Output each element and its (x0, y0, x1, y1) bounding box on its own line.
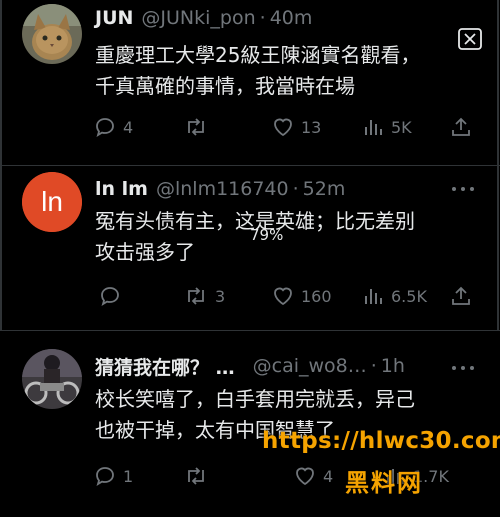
reply-button[interactable]: 1 (93, 464, 133, 488)
reply-button[interactable] (98, 284, 128, 308)
like-button[interactable]: 4 (293, 464, 333, 488)
like-count: 13 (301, 117, 322, 137)
reply-icon (96, 118, 114, 137)
more-options-icon[interactable] (452, 187, 474, 191)
like-button[interactable]: 13 (271, 115, 321, 139)
views-count: 5K (391, 117, 412, 137)
like-count: 4 (323, 466, 334, 486)
tweet-header: ln lm @lnlm116740 · 52m (95, 175, 345, 203)
avatar[interactable]: ln (22, 172, 82, 232)
retweet-count: 3 (215, 286, 226, 306)
separator: · (292, 178, 299, 200)
display-name[interactable]: ln lm (95, 178, 148, 200)
retweet-button[interactable]: 3 (183, 284, 225, 308)
reply-icon (101, 287, 119, 306)
like-count: 160 (301, 286, 332, 306)
timestamp[interactable]: 1h (381, 355, 405, 377)
handle[interactable]: @JUNki_pon (141, 7, 255, 29)
retweet-button[interactable] (183, 115, 215, 139)
avatar[interactable] (22, 349, 82, 409)
handle[interactable]: @cai_wo8… (253, 355, 367, 377)
tweet-text-line: 冤有头债有主，这是英雄；比无差别 (95, 209, 415, 233)
cat-avatar-icon (22, 4, 82, 64)
action-bar: 4 13 5K (93, 115, 483, 145)
avatar[interactable] (22, 4, 82, 64)
watermark-url: https://hlwc30.com (262, 428, 500, 454)
action-bar: 1 4 1.7K (93, 464, 483, 494)
timestamp[interactable]: 52m (303, 178, 346, 200)
tweet-header: JUN @JUNki_pon · 40m (95, 4, 312, 32)
separator: · (370, 355, 377, 377)
views-button[interactable]: 5K (361, 115, 412, 139)
share-button[interactable] (449, 284, 473, 308)
watermark-label: 黑料网 (345, 469, 423, 497)
share-icon (452, 117, 470, 136)
display-name[interactable]: JUN (95, 7, 133, 29)
retweet-icon (188, 287, 204, 305)
tweet-3[interactable]: 猜猜我在哪？ … @cai_wo8… · 1h 校长笑嘻了，白手套用完就丢，异己… (0, 331, 500, 517)
share-icon (452, 286, 470, 305)
tweet-text-line: 重慶理工大學25級王陳涵實名觀看， (95, 43, 421, 67)
heart-icon (274, 287, 292, 306)
avatar-initials: ln (41, 186, 63, 217)
tweet-header: 猜猜我在哪？ … @cai_wo8… · 1h (95, 352, 405, 380)
retweet-icon (188, 118, 204, 136)
views-icon (365, 120, 382, 135)
tweet-1[interactable]: JUN @JUNki_pon · 40m 重慶理工大學25級王陳涵實名觀看， 千… (0, 0, 500, 165)
heart-icon (274, 118, 292, 137)
tweet-2[interactable]: ln ln lm @lnlm116740 · 52m 冤有头债有主，这是英雄；比… (0, 166, 500, 330)
timestamp[interactable]: 40m (270, 7, 313, 29)
reply-count: 1 (123, 466, 134, 486)
action-bar: 3 160 6.5K (93, 284, 483, 314)
motorcycle-avatar-icon (22, 349, 82, 409)
share-button[interactable] (449, 115, 473, 139)
reply-button[interactable]: 4 (93, 115, 133, 139)
more-options-icon[interactable] (452, 366, 474, 370)
heart-icon (296, 467, 314, 486)
tweet-text: 重慶理工大學25級王陳涵實名觀看， 千真萬確的事情，我當時在場 (95, 40, 475, 102)
display-name[interactable]: 猜猜我在哪？ … (95, 353, 235, 380)
separator: · (259, 7, 266, 29)
retweet-button[interactable] (183, 464, 215, 488)
reply-icon (96, 467, 114, 486)
handle[interactable]: @lnlm116740 (156, 178, 289, 200)
views-button[interactable]: 6.5K (361, 284, 427, 308)
tweet-text-line: 千真萬確的事情，我當時在場 (95, 74, 355, 98)
tweet-text-line: 攻击强多了 (95, 240, 195, 264)
views-count: 6.5K (391, 286, 427, 306)
reply-count: 4 (123, 117, 134, 137)
retweet-icon (188, 467, 204, 485)
views-icon (365, 289, 382, 304)
progress-percent-overlay: 79% (250, 226, 284, 244)
tweet-text-line: 校长笑嘻了，白手套用完就丢，异己 (95, 387, 415, 411)
like-button[interactable]: 160 (271, 284, 332, 308)
tweet-text: 冤有头债有主，这是英雄；比无差别 攻击强多了 (95, 206, 475, 268)
